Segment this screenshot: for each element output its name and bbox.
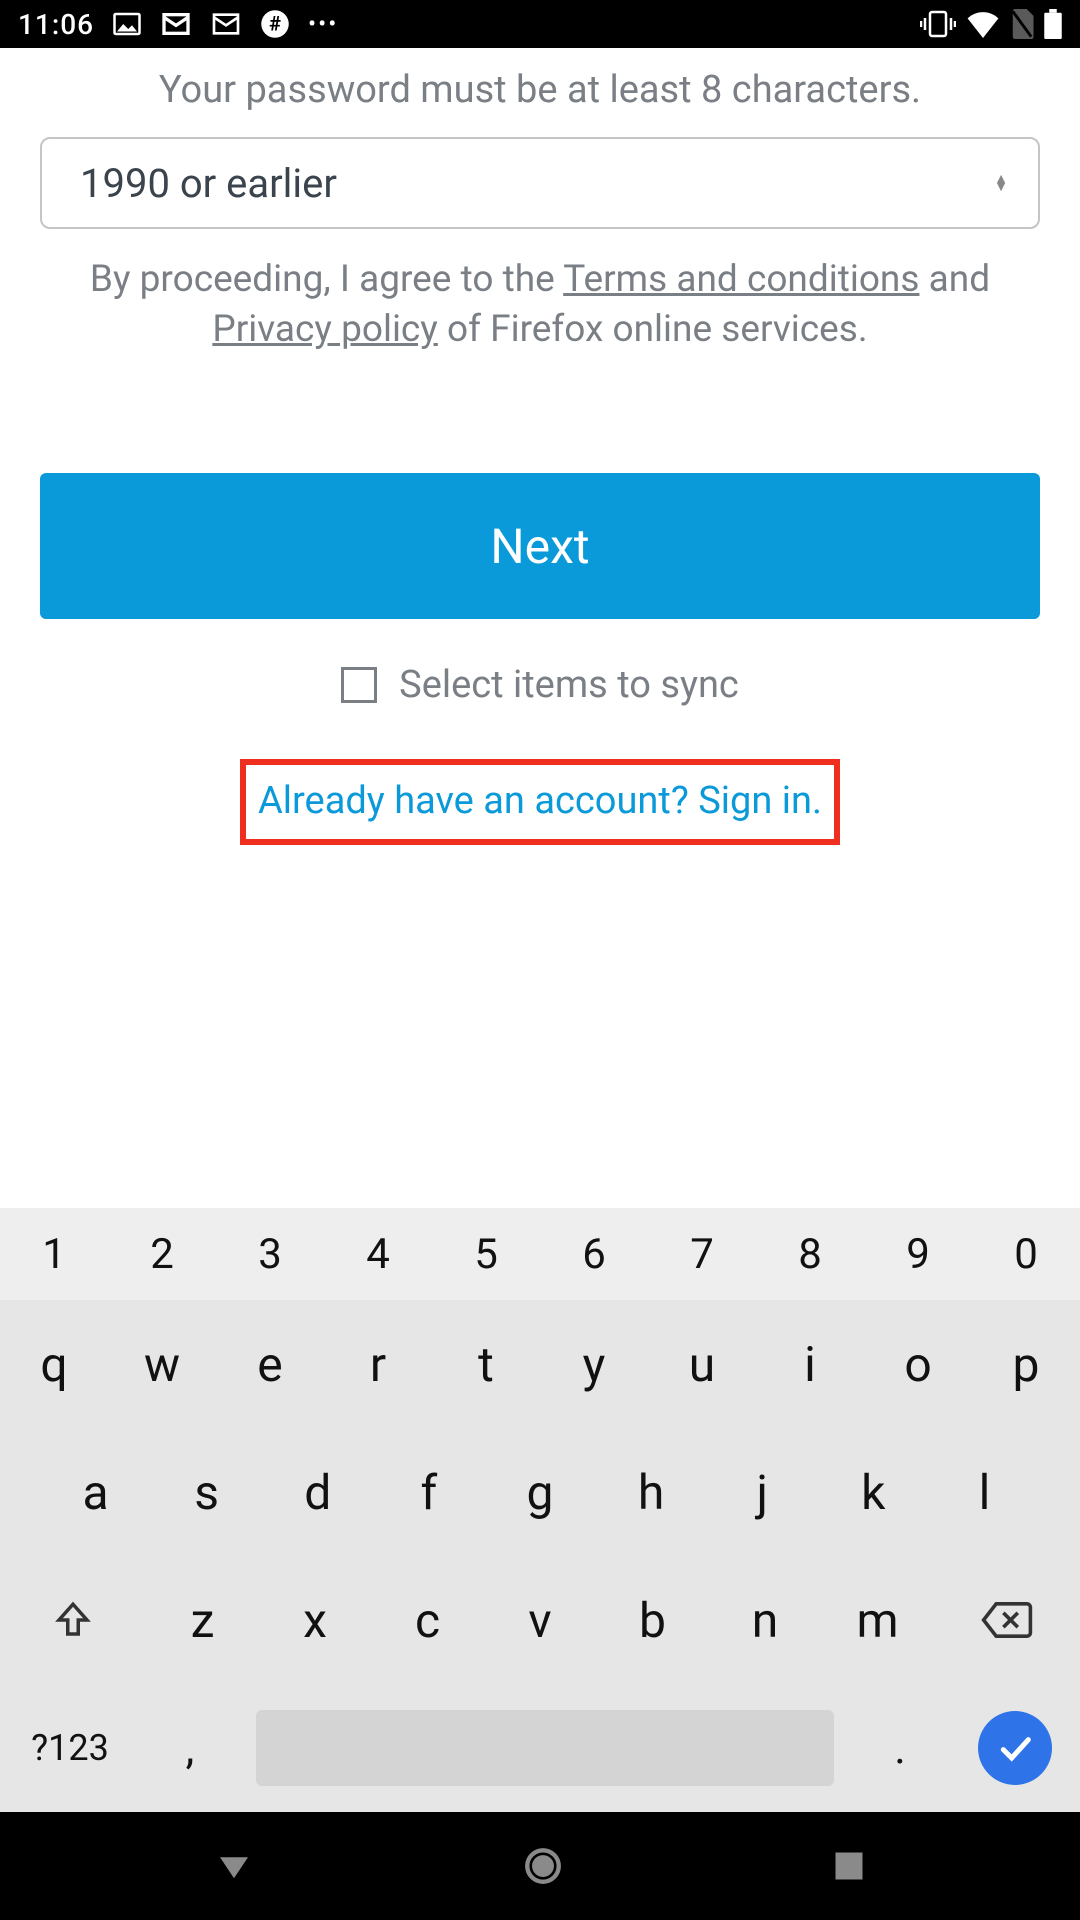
terms-link[interactable]: Terms and conditions [563,258,919,301]
backspace-key[interactable] [934,1556,1080,1684]
comma-key[interactable]: , [140,1722,240,1774]
keyboard-row-3: z x c v b n m [0,1556,1080,1684]
no-sim-icon [1010,9,1034,39]
svg-text:#: # [269,11,281,35]
key-y[interactable]: y [540,1300,648,1428]
mail-outline-icon [160,8,192,40]
keyboard-row-2: a s d f g h j k l [0,1428,1080,1556]
soft-keyboard: 1 2 3 4 5 6 7 8 9 0 q w e r t y u i o p … [0,1208,1080,1812]
signin-link-highlight: Already have an account? Sign in. [240,759,840,845]
key-6[interactable]: 6 [540,1208,648,1300]
mail-icon [210,8,242,40]
terms-prefix: By proceeding, I agree to the [90,258,563,301]
key-v[interactable]: v [484,1556,597,1684]
recent-apps-button[interactable] [831,1848,867,1884]
key-h[interactable]: h [596,1428,707,1556]
status-bar: 11:06 # ••• [0,0,1080,48]
wifi-icon [966,10,1000,38]
terms-text: By proceeding, I agree to the Terms and … [0,251,1080,375]
debug-icon: # [260,9,290,39]
back-button[interactable] [213,1845,255,1887]
key-u[interactable]: u [648,1300,756,1428]
key-q[interactable]: q [0,1300,108,1428]
key-j[interactable]: j [707,1428,818,1556]
birth-year-dropdown[interactable]: 1990 or earlier ▲▼ [40,137,1040,229]
key-d[interactable]: d [262,1428,373,1556]
key-l[interactable]: l [929,1428,1040,1556]
key-2[interactable]: 2 [108,1208,216,1300]
signin-link[interactable]: Already have an account? Sign in. [258,779,822,823]
symbols-key[interactable]: ?123 [0,1727,140,1769]
next-button[interactable]: Next [40,473,1040,619]
space-key[interactable] [256,1710,834,1786]
vibrate-icon [920,10,956,38]
key-k[interactable]: k [818,1428,929,1556]
key-9[interactable]: 9 [864,1208,972,1300]
key-0[interactable]: 0 [972,1208,1080,1300]
period-key[interactable]: . [850,1722,950,1774]
status-time: 11:06 [18,8,94,41]
key-t[interactable]: t [432,1300,540,1428]
key-s[interactable]: s [151,1428,262,1556]
signup-form: Your password must be at least 8 charact… [0,48,1080,1812]
status-right [920,9,1062,39]
keyboard-number-row: 1 2 3 4 5 6 7 8 9 0 [0,1208,1080,1300]
keyboard-row-1: q w e r t y u i o p [0,1300,1080,1428]
key-b[interactable]: b [596,1556,709,1684]
privacy-link[interactable]: Privacy policy [212,308,437,351]
key-w[interactable]: w [108,1300,216,1428]
check-icon [978,1711,1052,1785]
keyboard-row-4: ?123 , . [0,1684,1080,1812]
key-p[interactable]: p [972,1300,1080,1428]
home-button[interactable] [522,1845,564,1887]
key-o[interactable]: o [864,1300,972,1428]
key-m[interactable]: m [821,1556,934,1684]
key-7[interactable]: 7 [648,1208,756,1300]
sync-row: Select items to sync [0,663,1080,707]
enter-key[interactable] [950,1711,1080,1785]
key-r[interactable]: r [324,1300,432,1428]
key-8[interactable]: 8 [756,1208,864,1300]
terms-and: and [919,258,990,301]
navigation-bar [0,1812,1080,1920]
more-icon: ••• [308,10,338,38]
terms-suffix: of Firefox online services. [438,308,868,351]
key-e[interactable]: e [216,1300,324,1428]
image-icon [112,9,142,39]
key-3[interactable]: 3 [216,1208,324,1300]
dropdown-selected-value: 1990 or earlier [80,160,337,207]
key-g[interactable]: g [484,1428,595,1556]
key-i[interactable]: i [756,1300,864,1428]
sync-checkbox[interactable] [341,667,377,703]
key-a[interactable]: a [40,1428,151,1556]
key-4[interactable]: 4 [324,1208,432,1300]
battery-icon [1044,9,1062,39]
key-x[interactable]: x [259,1556,372,1684]
key-n[interactable]: n [709,1556,822,1684]
key-1[interactable]: 1 [0,1208,108,1300]
key-5[interactable]: 5 [432,1208,540,1300]
chevron-updown-icon: ▲▼ [994,175,1008,192]
shift-key[interactable] [0,1556,146,1684]
key-f[interactable]: f [373,1428,484,1556]
key-c[interactable]: c [371,1556,484,1684]
status-left: 11:06 # ••• [18,8,338,41]
key-z[interactable]: z [146,1556,259,1684]
password-hint: Your password must be at least 8 charact… [0,48,1080,137]
sync-label: Select items to sync [399,663,739,707]
